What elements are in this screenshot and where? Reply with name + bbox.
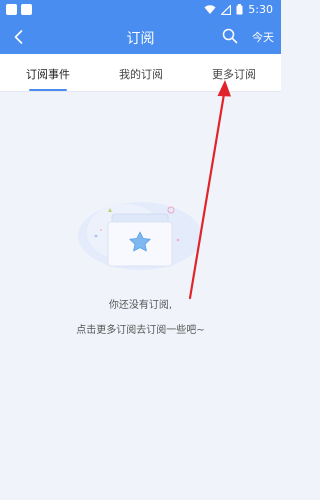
tab-my-subscriptions[interactable]: 我的订阅	[106, 66, 176, 82]
today-button[interactable]: 今天	[252, 29, 274, 45]
empty-state-message: 你还没有订阅,	[108, 300, 173, 311]
search-icon[interactable]	[221, 27, 239, 45]
empty-state-hint: 点击更多订阅去订阅一些吧~	[76, 325, 205, 336]
status-time: 5:30	[248, 3, 273, 16]
wifi-icon	[204, 4, 216, 14]
tab-more-subscriptions[interactable]: 更多订阅	[199, 66, 269, 82]
empty-state-illustration	[78, 202, 202, 270]
tab-bar: 订阅事件 我的订阅 更多订阅	[0, 54, 281, 92]
notification-icon	[6, 4, 17, 15]
battery-icon	[236, 4, 243, 15]
status-bar: 5:30	[0, 0, 281, 20]
notification-icon	[21, 4, 32, 15]
signal-icon	[221, 4, 232, 15]
active-tab-indicator	[29, 89, 67, 91]
status-notification-icons	[6, 4, 32, 15]
app-header: 订阅 今天	[0, 20, 281, 54]
tab-subscription-events[interactable]: 订阅事件	[13, 66, 83, 82]
